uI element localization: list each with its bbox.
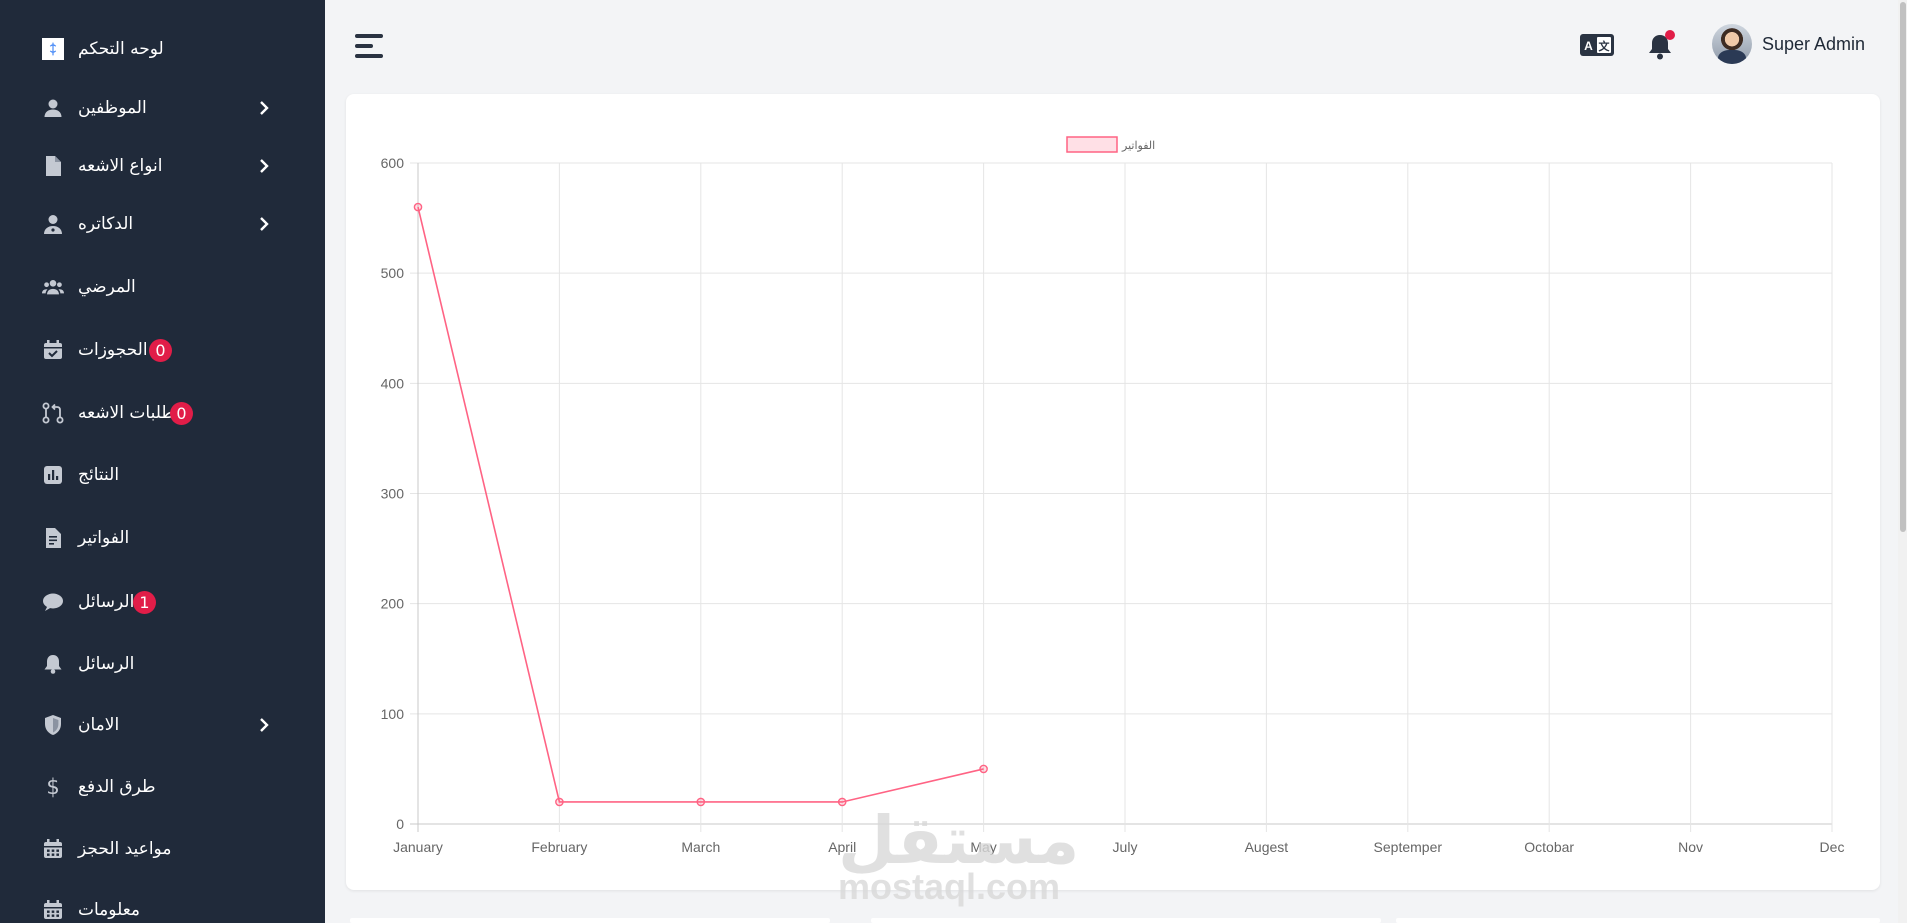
user-name[interactable]: Super Admin [1762, 34, 1865, 55]
users-icon [42, 276, 64, 298]
invoices-chart-card: 0 100 200 300 400 500 600 January February March A… [346, 94, 1880, 890]
x-tick-label: Augest [1245, 839, 1289, 855]
sidebar-item-label: الحجوزات [78, 340, 148, 360]
sidebar-item-label: الفواتير [78, 528, 130, 548]
x-tick-label: Nov [1678, 839, 1703, 855]
x-tick-label: Octobar [1524, 839, 1574, 855]
sidebar-item-4[interactable]: المرضي [0, 267, 325, 307]
sidebar: لوحه التحكم الموظفين انواع الاشعه الدكاتره ا… [0, 0, 325, 923]
count-badge: 0 [170, 401, 193, 425]
y-tick-label: 400 [381, 375, 405, 391]
translate-icon[interactable]: A 文 [1580, 34, 1614, 56]
legend-label[interactable]: الفواتير [1121, 140, 1155, 152]
x-tick-label: March [681, 839, 720, 855]
data-point[interactable] [979, 764, 988, 774]
dollar-icon: $ [42, 776, 64, 798]
chat-icon [42, 591, 64, 613]
topbar: A 文 Super Admin [325, 0, 1907, 90]
menu-toggle-icon[interactable] [355, 34, 385, 60]
chevron-right-icon [256, 100, 272, 116]
sidebar-item-label: الرسائل [78, 654, 135, 674]
sidebar-item-label: معلومات [78, 900, 141, 920]
chevron-right-icon [256, 158, 272, 174]
data-point[interactable] [413, 202, 423, 212]
calendar-check-icon [42, 339, 64, 361]
y-tick-label: 0 [396, 816, 404, 832]
sidebar-item-13[interactable]: مواعيد الحجز [0, 829, 325, 869]
invoice-icon [42, 527, 64, 549]
sidebar-item-9[interactable]: الرسائل 1 [0, 582, 325, 622]
chart-square-icon [42, 464, 64, 486]
sidebar-item-label: الدكاتره [78, 214, 134, 234]
sidebar-item-label: طرق الدفع [78, 777, 156, 797]
svg-text:A: A [1584, 39, 1593, 53]
count-badge: 1 [133, 590, 156, 614]
count-badge: 0 [149, 338, 172, 362]
svg-text:文: 文 [1599, 39, 1611, 53]
svg-text:$: $ [46, 776, 59, 798]
sidebar-item-label: مواعيد الحجز [78, 839, 172, 859]
x-tick-label: February [531, 839, 587, 855]
doctor-icon [42, 213, 64, 235]
sidebar-item-1[interactable]: الموظفين [0, 88, 325, 128]
x-tick-label: Dec [1820, 839, 1845, 855]
sidebar-item-label: النتائج [78, 465, 120, 485]
bell-icon [42, 653, 64, 675]
file-icon [42, 155, 64, 177]
sidebar-item-3[interactable]: الدكاتره [0, 204, 325, 244]
sidebar-item-8[interactable]: الفواتير [0, 518, 325, 558]
sidebar-item-label: الرسائل [78, 592, 135, 612]
sidebar-item-14[interactable]: معلومات [0, 890, 325, 923]
logo-icon [42, 38, 64, 60]
sidebar-item-2[interactable]: انواع الاشعه [0, 146, 325, 186]
sidebar-item-label: الامان [78, 715, 120, 735]
sidebar-item-10[interactable]: الرسائل [0, 644, 325, 684]
sidebar-item-5[interactable]: الحجوزات 0 [0, 330, 325, 370]
y-tick-label: 100 [381, 706, 405, 722]
git-pull-request-icon [42, 402, 64, 424]
sidebar-item-6[interactable]: طلبات الاشعه 0 [0, 393, 325, 433]
x-tick-label: July [1113, 839, 1138, 855]
y-tick-label: 300 [381, 486, 405, 502]
next-cards-strip [346, 918, 1880, 923]
sidebar-item-12[interactable]: $ طرق الدفع [0, 767, 325, 807]
sidebar-item-7[interactable]: النتائج [0, 455, 325, 495]
sidebar-item-label: لوحه التحكم [78, 39, 164, 59]
chevron-right-icon [256, 216, 272, 232]
sidebar-item-11[interactable]: الامان [0, 705, 325, 745]
x-tick-label: January [393, 839, 443, 855]
data-point[interactable] [555, 797, 564, 807]
sidebar-item-label: انواع الاشعه [78, 156, 163, 176]
y-tick-label: 200 [381, 596, 405, 612]
calendar-icon [42, 899, 64, 921]
x-tick-label: Septemper [1374, 839, 1443, 855]
invoices-line-chart: 0 100 200 300 400 500 600 January February March A… [381, 136, 1845, 855]
y-tick-label: 500 [381, 265, 405, 281]
chevron-right-icon [256, 717, 272, 733]
avatar[interactable] [1712, 24, 1752, 64]
sidebar-item-label: الموظفين [78, 98, 147, 118]
data-point[interactable] [696, 797, 706, 807]
notification-dot [1665, 30, 1675, 40]
sidebar-item-label: المرضي [78, 277, 136, 297]
calendar-icon [42, 838, 64, 860]
sidebar-item-0[interactable]: لوحه التحكم [0, 29, 325, 69]
watermark-url: mostaql.com [838, 866, 1061, 907]
sidebar-item-label: طلبات الاشعه [78, 403, 175, 423]
user-icon [42, 97, 64, 119]
shield-icon [42, 714, 64, 736]
y-tick-label: 600 [381, 155, 405, 171]
legend-swatch[interactable] [1066, 136, 1118, 153]
scrollbar-thumb[interactable] [1900, 2, 1906, 532]
